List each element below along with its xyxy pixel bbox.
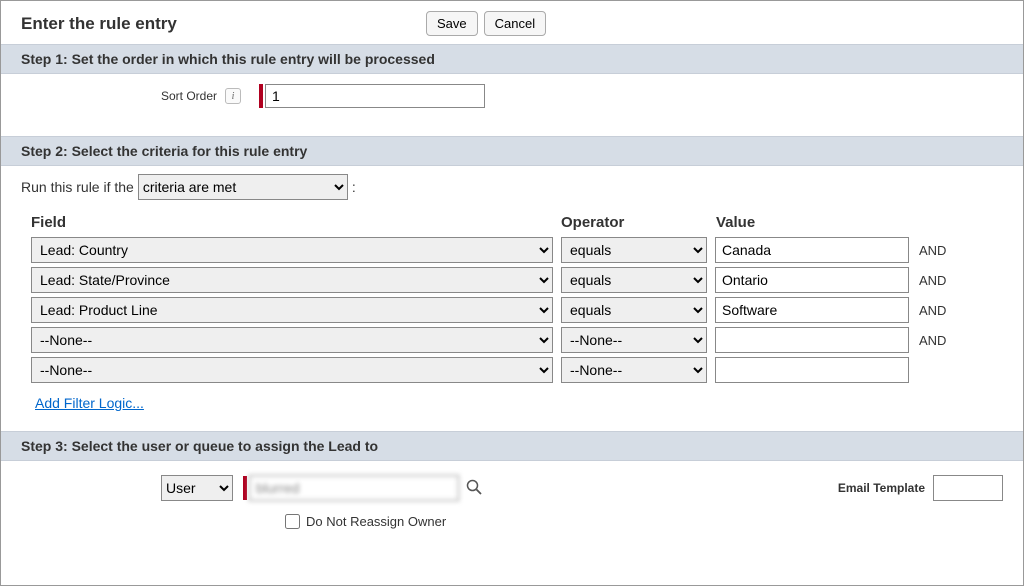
criteria-value-input[interactable] bbox=[715, 327, 909, 353]
criteria-field-select[interactable]: Lead: Product Line bbox=[31, 297, 553, 323]
criteria-and-label: AND bbox=[909, 243, 959, 258]
criteria-value-input[interactable] bbox=[715, 237, 909, 263]
criteria-field-select[interactable]: --None-- bbox=[31, 357, 553, 383]
criteria-operator-select[interactable]: equals bbox=[561, 297, 707, 323]
cancel-button[interactable]: Cancel bbox=[484, 11, 546, 36]
criteria-value-input[interactable] bbox=[715, 267, 909, 293]
do-not-reassign-checkbox[interactable] bbox=[285, 514, 300, 529]
col-value-header: Value bbox=[716, 214, 916, 231]
save-button[interactable]: Save bbox=[426, 11, 478, 36]
criteria-row: Lead: Product Line equals AND bbox=[21, 295, 1003, 325]
criteria-operator-select[interactable]: --None-- bbox=[561, 357, 707, 383]
criteria-value-input[interactable] bbox=[715, 297, 909, 323]
criteria-operator-select[interactable]: --None-- bbox=[561, 327, 707, 353]
info-icon[interactable]: i bbox=[225, 88, 241, 104]
email-template-label: Email Template bbox=[838, 481, 925, 495]
sort-order-input[interactable] bbox=[265, 84, 485, 108]
do-not-reassign-label: Do Not Reassign Owner bbox=[306, 514, 446, 529]
required-indicator bbox=[243, 476, 247, 500]
step3-header: Step 3: Select the user or queue to assi… bbox=[1, 431, 1023, 461]
step1-header: Step 1: Set the order in which this rule… bbox=[1, 44, 1023, 74]
criteria-and-label: AND bbox=[909, 273, 959, 288]
criteria-and-label: AND bbox=[909, 303, 959, 318]
criteria-field-select[interactable]: --None-- bbox=[31, 327, 553, 353]
step3-row: User Email Template bbox=[21, 475, 1003, 501]
col-operator-header: Operator bbox=[561, 214, 716, 231]
sort-order-label: Sort Order bbox=[21, 89, 221, 103]
criteria-field-select[interactable]: Lead: Country bbox=[31, 237, 553, 263]
criteria-row: Lead: State/Province equals AND bbox=[21, 265, 1003, 295]
criteria-operator-select[interactable]: equals bbox=[561, 237, 707, 263]
criteria-row: --None-- --None-- AND bbox=[21, 325, 1003, 355]
page-title: Enter the rule entry bbox=[21, 14, 426, 34]
step3-body: User Email Template Do Not Reassign Owne… bbox=[1, 461, 1023, 542]
required-indicator bbox=[259, 84, 263, 108]
col-field-header: Field bbox=[31, 214, 561, 231]
step2-header: Step 2: Select the criteria for this rul… bbox=[1, 136, 1023, 166]
criteria-field-select[interactable]: Lead: State/Province bbox=[31, 267, 553, 293]
criteria-operator-select[interactable]: equals bbox=[561, 267, 707, 293]
run-if-prefix: Run this rule if the bbox=[21, 179, 134, 195]
rule-entry-form: Enter the rule entry Save Cancel Step 1:… bbox=[0, 0, 1024, 586]
step3-second-row: Do Not Reassign Owner bbox=[21, 501, 1003, 532]
form-header: Enter the rule entry Save Cancel bbox=[1, 1, 1023, 44]
criteria-table: Field Operator Value Lead: Country equals… bbox=[21, 214, 1003, 385]
col-and-header bbox=[916, 214, 966, 231]
lookup-icon[interactable] bbox=[465, 478, 483, 499]
run-if-suffix: : bbox=[352, 179, 356, 195]
criteria-head: Field Operator Value bbox=[21, 214, 1003, 235]
add-filter-logic-link[interactable]: Add Filter Logic... bbox=[21, 385, 1003, 421]
criteria-and-label: AND bbox=[909, 333, 959, 348]
assignee-type-select[interactable]: User bbox=[161, 475, 233, 501]
criteria-row: Lead: Country equals AND bbox=[21, 235, 1003, 265]
step2-body: Run this rule if the criteria are met : … bbox=[1, 166, 1023, 431]
criteria-value-input[interactable] bbox=[715, 357, 909, 383]
email-template-input[interactable] bbox=[933, 475, 1003, 501]
assignee-name-input[interactable] bbox=[249, 475, 459, 501]
step1-body: Sort Order i bbox=[1, 74, 1023, 136]
run-if-select[interactable]: criteria are met bbox=[138, 174, 348, 200]
criteria-row: --None-- --None-- bbox=[21, 355, 1003, 385]
run-if-row: Run this rule if the criteria are met : bbox=[21, 174, 1003, 200]
